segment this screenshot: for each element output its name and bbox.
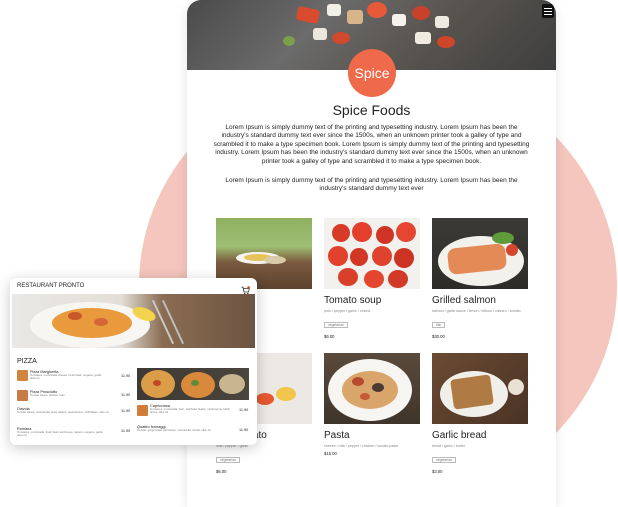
- dish-ingredients: salmon / garlic sauce / lemon / lettuce …: [432, 309, 521, 313]
- menu-item[interactable]: Quattro formaggi Tomato, gorgonzola, par…: [137, 425, 236, 432]
- dish-name: Pasta: [324, 430, 350, 441]
- menu-item[interactable]: Romana Tomatoes, mozzarella, fresh basil…: [17, 427, 109, 438]
- menu-card-tomato-soup[interactable]: Tomato soup pork / pepper / garlic / oni…: [324, 218, 420, 339]
- item-price: 11.90: [121, 374, 131, 378]
- menu-card-garlic-bread[interactable]: Garlic bread bread / garlic / butter veg…: [432, 353, 528, 474]
- menu-item[interactable]: Pizza Prosciutto Tomato sauce, cheese, h…: [30, 390, 108, 397]
- dish-tag: vegetarian: [324, 322, 348, 328]
- dish-price: $6.00: [324, 334, 335, 339]
- item-price: 11.90: [121, 393, 131, 397]
- dish-tag: vegetarian: [432, 457, 456, 463]
- pizza-photo: [137, 368, 249, 400]
- dish-ingredients: cheese / milk / pepper / chicken / tomat…: [324, 444, 399, 448]
- dish-ingredients: bread / garlic / butter: [432, 444, 465, 448]
- dish-price: $3.00: [432, 469, 443, 474]
- dish-name: Garlic bread: [432, 430, 487, 441]
- dish-price: $30.00: [432, 334, 445, 339]
- item-price: 11.90: [239, 408, 249, 412]
- dish-thumbnail: [137, 405, 148, 416]
- dish-name: Grilled salmon: [432, 295, 496, 306]
- page-title: Spice Foods: [332, 102, 411, 118]
- item-price: 11.90: [121, 409, 131, 413]
- dish-photo: [432, 353, 528, 424]
- tablet-hero-image: [12, 294, 255, 348]
- menu-section-title: PIZZA: [17, 358, 37, 365]
- dish-price: $15.00: [324, 451, 337, 456]
- cart-icon[interactable]: [241, 282, 250, 295]
- item-price: 11.90: [121, 429, 131, 433]
- dish-name: Tomato soup: [324, 295, 382, 306]
- menu-item[interactable]: Capricciosa Tomatoes, mozzarella, ham, a…: [150, 404, 236, 415]
- logo-badge[interactable]: Spice: [348, 49, 396, 97]
- dish-photo: [324, 353, 420, 424]
- menu-item[interactable]: Diavola Tomato sauce, mozzarella, spicy …: [17, 407, 109, 414]
- tablet-title: RESTAURANT PRONTO: [17, 283, 85, 289]
- menu-item[interactable]: Pizza Margherita Tomatoes, mozzarella ch…: [30, 370, 108, 381]
- intro-paragraph: Lorem Ipsum is simply dummy text of the …: [213, 124, 530, 165]
- hamburger-menu-icon[interactable]: [542, 4, 554, 18]
- restaurant-pronto-tablet-preview: RESTAURANT PRONTO PIZZA Pizza Margherita…: [10, 278, 257, 445]
- dish-tag: vegetarian: [216, 457, 240, 463]
- menu-card-pasta[interactable]: Pasta cheese / milk / pepper / chicken /…: [324, 353, 420, 456]
- dish-thumbnail: [17, 370, 28, 381]
- dish-ingredients: pork / pepper / garlic / onions: [324, 309, 371, 313]
- dish-tag: fish: [432, 322, 446, 328]
- intro-paragraph-secondary: Lorem Ipsum is simply dummy text of the …: [225, 177, 518, 193]
- item-price: 11.90: [239, 428, 249, 432]
- dish-photo: [432, 218, 528, 289]
- menu-card-grilled-salmon[interactable]: Grilled salmon salmon / garlic sauce / l…: [432, 218, 528, 339]
- dish-photo: [324, 218, 420, 289]
- dish-price: $6.00: [216, 469, 227, 474]
- dish-thumbnail: [17, 390, 28, 401]
